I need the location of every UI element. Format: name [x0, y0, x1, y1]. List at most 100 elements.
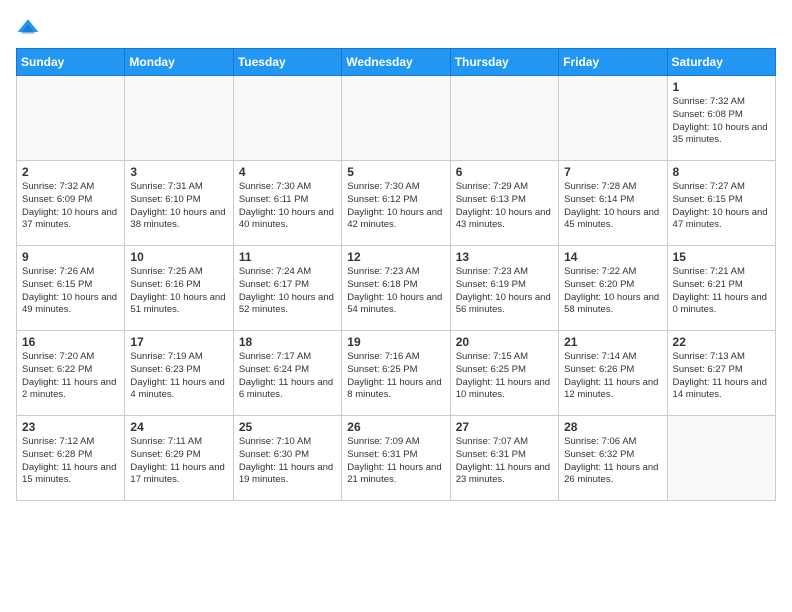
day-number: 14 [564, 250, 661, 264]
calendar-cell: 1 Sunrise: 7:32 AM Sunset: 6:08 PM Daylig… [667, 76, 775, 161]
day-info: Sunrise: 7:24 AM Sunset: 6:17 PM Dayligh… [239, 266, 336, 317]
day-number: 26 [347, 420, 444, 434]
day-number: 21 [564, 335, 661, 349]
weekday-header: Thursday [450, 49, 558, 76]
week-row: 23 Sunrise: 7:12 AM Sunset: 6:28 PM Dayli… [17, 416, 776, 501]
calendar-cell: 2 Sunrise: 7:32 AM Sunset: 6:09 PM Daylig… [17, 161, 125, 246]
week-row: 9Sunrise: 7:26 AM Sunset: 6:15 PM Daylig… [17, 246, 776, 331]
day-info: Sunrise: 7:06 AM Sunset: 6:32 PM Dayligh… [564, 436, 661, 487]
day-number: 23 [22, 420, 119, 434]
day-number: 9 [22, 250, 119, 264]
calendar-cell [450, 76, 558, 161]
day-info: Sunrise: 7:23 AM Sunset: 6:19 PM Dayligh… [456, 266, 553, 317]
day-number: 12 [347, 250, 444, 264]
week-row: 16 Sunrise: 7:20 AM Sunset: 6:22 PM Dayli… [17, 331, 776, 416]
day-number: 4 [239, 165, 336, 179]
calendar-cell [233, 76, 341, 161]
calendar-cell: 4 Sunrise: 7:30 AM Sunset: 6:11 PM Daylig… [233, 161, 341, 246]
day-info: Sunrise: 7:17 AM Sunset: 6:24 PM Dayligh… [239, 351, 336, 402]
day-info: Sunrise: 7:23 AM Sunset: 6:18 PM Dayligh… [347, 266, 444, 317]
calendar-cell [125, 76, 233, 161]
day-info: Sunrise: 7:20 AM Sunset: 6:22 PM Dayligh… [22, 351, 119, 402]
weekday-header: Monday [125, 49, 233, 76]
day-number: 18 [239, 335, 336, 349]
day-number: 16 [22, 335, 119, 349]
week-row: 1 Sunrise: 7:32 AM Sunset: 6:08 PM Daylig… [17, 76, 776, 161]
calendar-cell: 15 Sunrise: 7:21 AM Sunset: 6:21 PM Dayli… [667, 246, 775, 331]
day-info: Sunrise: 7:19 AM Sunset: 6:23 PM Dayligh… [130, 351, 227, 402]
calendar-cell: 18 Sunrise: 7:17 AM Sunset: 6:24 PM Dayli… [233, 331, 341, 416]
day-number: 1 [673, 80, 770, 94]
day-number: 20 [456, 335, 553, 349]
calendar-cell: 24 Sunrise: 7:11 AM Sunset: 6:29 PM Dayli… [125, 416, 233, 501]
day-number: 10 [130, 250, 227, 264]
day-info: Sunrise: 7:27 AM Sunset: 6:15 PM Dayligh… [673, 181, 770, 232]
day-info: Sunrise: 7:22 AM Sunset: 6:20 PM Dayligh… [564, 266, 661, 317]
day-number: 19 [347, 335, 444, 349]
calendar-cell: 3 Sunrise: 7:31 AM Sunset: 6:10 PM Daylig… [125, 161, 233, 246]
day-info: Sunrise: 7:12 AM Sunset: 6:28 PM Dayligh… [22, 436, 119, 487]
calendar-cell [17, 76, 125, 161]
weekday-header: Sunday [17, 49, 125, 76]
calendar-cell: 27 Sunrise: 7:07 AM Sunset: 6:31 PM Dayli… [450, 416, 558, 501]
day-number: 24 [130, 420, 227, 434]
logo [16, 16, 44, 40]
day-info: Sunrise: 7:29 AM Sunset: 6:13 PM Dayligh… [456, 181, 553, 232]
day-number: 6 [456, 165, 553, 179]
day-number: 7 [564, 165, 661, 179]
calendar-cell: 11 Sunrise: 7:24 AM Sunset: 6:17 PM Dayli… [233, 246, 341, 331]
calendar-cell: 19 Sunrise: 7:16 AM Sunset: 6:25 PM Dayli… [342, 331, 450, 416]
calendar-cell: 5 Sunrise: 7:30 AM Sunset: 6:12 PM Daylig… [342, 161, 450, 246]
weekday-header: Friday [559, 49, 667, 76]
calendar-cell: 7 Sunrise: 7:28 AM Sunset: 6:14 PM Daylig… [559, 161, 667, 246]
calendar-cell: 10 Sunrise: 7:25 AM Sunset: 6:16 PM Dayli… [125, 246, 233, 331]
day-info: Sunrise: 7:13 AM Sunset: 6:27 PM Dayligh… [673, 351, 770, 402]
calendar-cell: 9Sunrise: 7:26 AM Sunset: 6:15 PM Daylig… [17, 246, 125, 331]
logo-icon [16, 16, 40, 40]
day-number: 27 [456, 420, 553, 434]
day-number: 3 [130, 165, 227, 179]
day-number: 11 [239, 250, 336, 264]
day-number: 28 [564, 420, 661, 434]
day-info: Sunrise: 7:10 AM Sunset: 6:30 PM Dayligh… [239, 436, 336, 487]
day-info: Sunrise: 7:11 AM Sunset: 6:29 PM Dayligh… [130, 436, 227, 487]
day-number: 8 [673, 165, 770, 179]
week-row: 2 Sunrise: 7:32 AM Sunset: 6:09 PM Daylig… [17, 161, 776, 246]
day-info: Sunrise: 7:28 AM Sunset: 6:14 PM Dayligh… [564, 181, 661, 232]
day-info: Sunrise: 7:30 AM Sunset: 6:11 PM Dayligh… [239, 181, 336, 232]
day-number: 13 [456, 250, 553, 264]
day-info: Sunrise: 7:16 AM Sunset: 6:25 PM Dayligh… [347, 351, 444, 402]
day-info: Sunrise: 7:25 AM Sunset: 6:16 PM Dayligh… [130, 266, 227, 317]
day-info: Sunrise: 7:32 AM Sunset: 6:08 PM Dayligh… [673, 96, 770, 147]
day-info: Sunrise: 7:32 AM Sunset: 6:09 PM Dayligh… [22, 181, 119, 232]
calendar-cell: 26 Sunrise: 7:09 AM Sunset: 6:31 PM Dayli… [342, 416, 450, 501]
calendar-cell: 17 Sunrise: 7:19 AM Sunset: 6:23 PM Dayli… [125, 331, 233, 416]
page-header [16, 16, 776, 40]
day-info: Sunrise: 7:07 AM Sunset: 6:31 PM Dayligh… [456, 436, 553, 487]
calendar-cell: 8 Sunrise: 7:27 AM Sunset: 6:15 PM Daylig… [667, 161, 775, 246]
day-number: 2 [22, 165, 119, 179]
day-number: 17 [130, 335, 227, 349]
calendar-cell: 22 Sunrise: 7:13 AM Sunset: 6:27 PM Dayli… [667, 331, 775, 416]
day-number: 5 [347, 165, 444, 179]
calendar-table: SundayMondayTuesdayWednesdayThursdayFrid… [16, 48, 776, 501]
day-info: Sunrise: 7:30 AM Sunset: 6:12 PM Dayligh… [347, 181, 444, 232]
day-number: 22 [673, 335, 770, 349]
calendar-cell: 16 Sunrise: 7:20 AM Sunset: 6:22 PM Dayli… [17, 331, 125, 416]
day-info: Sunrise: 7:31 AM Sunset: 6:10 PM Dayligh… [130, 181, 227, 232]
weekday-header: Tuesday [233, 49, 341, 76]
day-number: 15 [673, 250, 770, 264]
calendar-cell: 14 Sunrise: 7:22 AM Sunset: 6:20 PM Dayli… [559, 246, 667, 331]
day-number: 25 [239, 420, 336, 434]
calendar-cell: 6 Sunrise: 7:29 AM Sunset: 6:13 PM Daylig… [450, 161, 558, 246]
day-info: Sunrise: 7:09 AM Sunset: 6:31 PM Dayligh… [347, 436, 444, 487]
calendar-cell: 23 Sunrise: 7:12 AM Sunset: 6:28 PM Dayli… [17, 416, 125, 501]
calendar-cell: 25 Sunrise: 7:10 AM Sunset: 6:30 PM Dayli… [233, 416, 341, 501]
calendar-cell: 12 Sunrise: 7:23 AM Sunset: 6:18 PM Dayli… [342, 246, 450, 331]
calendar-cell: 13 Sunrise: 7:23 AM Sunset: 6:19 PM Dayli… [450, 246, 558, 331]
day-info: Sunrise: 7:21 AM Sunset: 6:21 PM Dayligh… [673, 266, 770, 317]
calendar-cell: 28 Sunrise: 7:06 AM Sunset: 6:32 PM Dayli… [559, 416, 667, 501]
weekday-header: Saturday [667, 49, 775, 76]
calendar-cell [342, 76, 450, 161]
day-info: Sunrise: 7:14 AM Sunset: 6:26 PM Dayligh… [564, 351, 661, 402]
